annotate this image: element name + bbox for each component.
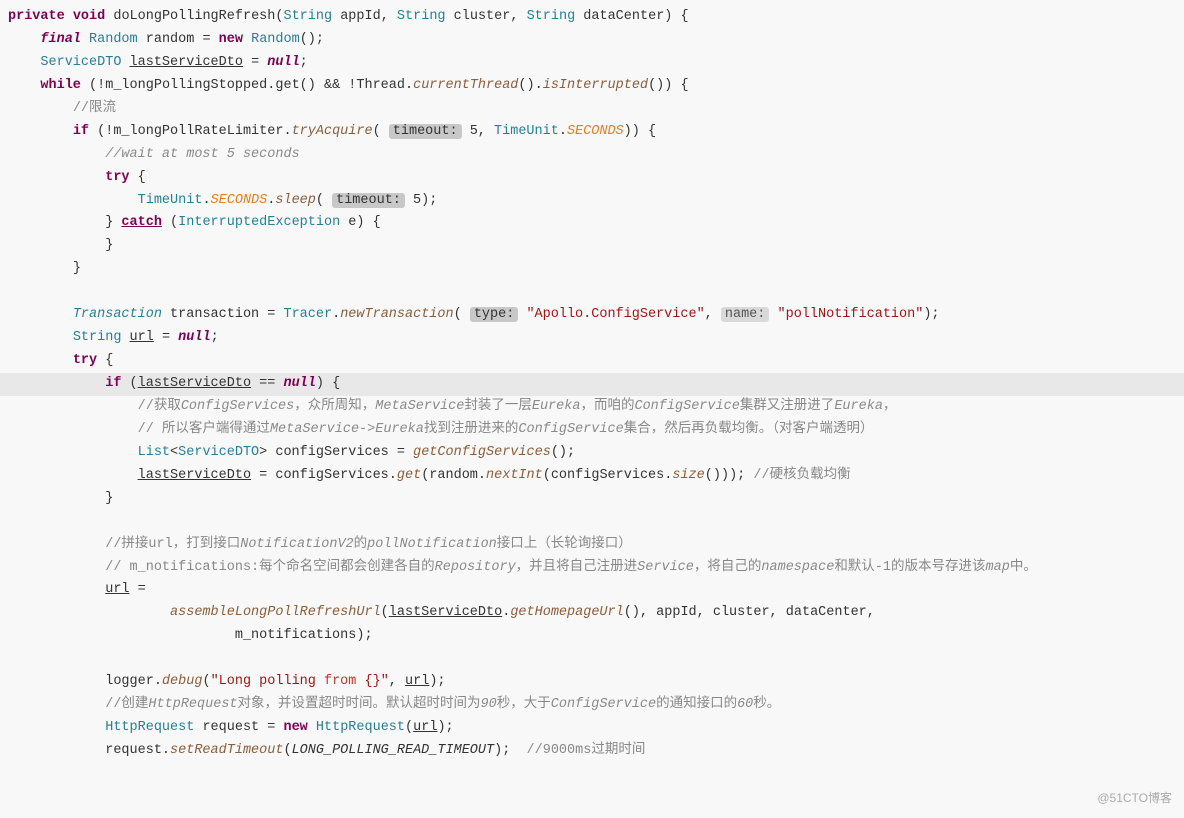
code-line-11: } [0,235,1184,258]
code-line-7: //wait at most 5 seconds [0,144,1184,167]
code-line-16: if (lastServiceDto == null) { [0,373,1184,396]
code-line-blank1 [0,281,1184,304]
code-line-27: logger.debug("Long polling from {}", url… [0,671,1184,694]
code-line-22: //拼接url，打到接口NotificationV2的pollNotificat… [0,534,1184,557]
code-line-5: //限流 [0,98,1184,121]
code-line-17: //获取ConfigServices，众所周知，MetaService封装了一层… [0,396,1184,419]
code-line-9: TimeUnit.SECONDS.sleep( timeout: 5); [0,190,1184,213]
code-line-18: // 所以客户端得通过MetaService->Eureka找到注册进来的Con… [0,419,1184,442]
code-line-12: } [0,258,1184,281]
code-line-blank3 [0,648,1184,671]
code-line-14: String url = null; [0,327,1184,350]
code-line-29: HttpRequest request = new HttpRequest(ur… [0,717,1184,740]
code-line-3: ServiceDTO lastServiceDto = null; [0,52,1184,75]
code-line-30: request.setReadTimeout(LONG_POLLING_READ… [0,740,1184,763]
code-line-23: // m_notifications:每个命名空间都会创建各自的Reposito… [0,557,1184,580]
code-line-21: } [0,488,1184,511]
watermark: @51CTO博客 [1097,788,1172,808]
code-line-4: while (!m_longPollingStopped.get() && !T… [0,75,1184,98]
code-line-24: url = [0,579,1184,602]
code-line-10: } catch (InterruptedException e) { [0,212,1184,235]
code-line-1: private void doLongPollingRefresh(String… [0,6,1184,29]
code-line-8: try { [0,167,1184,190]
code-line-19: List<ServiceDTO> configServices = getCon… [0,442,1184,465]
code-line-26: m_notifications); [0,625,1184,648]
code-line-28: //创建HttpRequest对象，并设置超时时间。默认超时时间为90秒，大于C… [0,694,1184,717]
code-line-6: if (!m_longPollRateLimiter.tryAcquire( t… [0,121,1184,144]
code-line-25: assembleLongPollRefreshUrl(lastServiceDt… [0,602,1184,625]
code-line-20: lastServiceDto = configServices.get(rand… [0,465,1184,488]
code-editor: private void doLongPollingRefresh(String… [0,0,1184,818]
code-line-13: Transaction transaction = Tracer.newTran… [0,304,1184,327]
code-line-blank2 [0,511,1184,534]
code-line-2: final Random random = new Random(); [0,29,1184,52]
code-line-15: try { [0,350,1184,373]
